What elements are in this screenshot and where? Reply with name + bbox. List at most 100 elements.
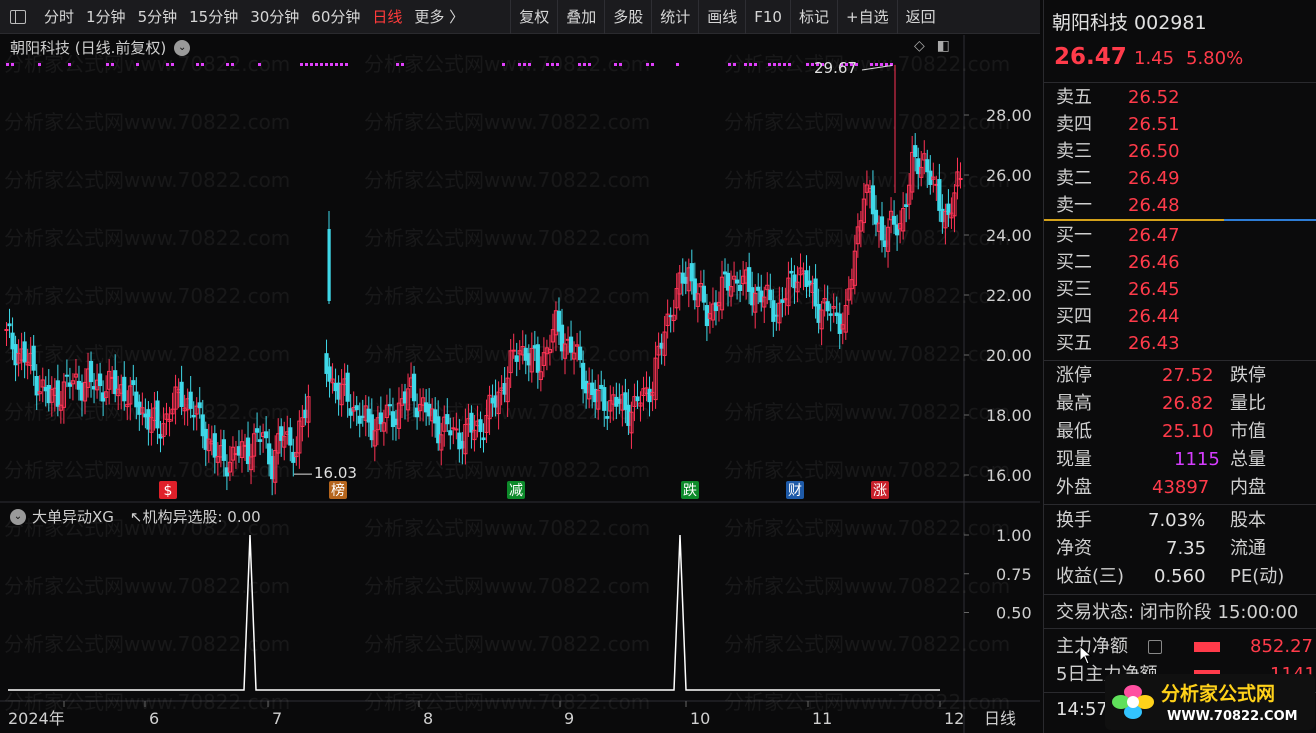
candle-body [469,412,474,433]
watermark-text: 分析家公式网www.70822.com [4,342,290,366]
candle-body [635,396,640,402]
panel-toggle-icon[interactable]: ◧ [937,38,950,54]
time-tick-label: 11 [812,709,832,728]
total-volume-label: 总量 [1230,449,1266,470]
signal-dot [551,63,554,66]
watermark-text: 分析家公式网www.70822.com [724,632,1010,656]
event-marks: $ 榜 减 跌 财 涨 [159,481,889,499]
signal-dot [226,63,229,66]
candle-body [511,349,516,352]
period-tab-daily[interactable]: 日线 [366,6,408,27]
ask-row: 卖五 26.52 [1056,87,1180,108]
candle-body [221,439,226,461]
period-tab-fenshi[interactable]: 分时 [38,6,80,27]
watermark-text: 分析家公式网www.70822.com [724,52,1010,76]
signal-dot [676,63,679,66]
candle-body [925,159,930,173]
watermark-text: 分析家公式网www.70822.com [364,632,650,656]
net-assets-label: 净资 [1056,538,1092,559]
watermark-text: 分析家公式网www.70822.com [724,226,1010,250]
pe-label: PE(动) [1230,566,1285,587]
candle-body [155,400,160,429]
watermark-text: 分析家公式网www.70822.com [4,284,290,308]
bid-row: 买四 26.44 [1056,306,1180,327]
period-tab-more[interactable]: 更多 〉 [408,6,470,27]
chart-title-icons: ◇ ◧ [914,38,950,54]
signal-dot [880,63,883,66]
candle-body [958,178,963,181]
watermark-text: 分析家公式网www.70822.com [4,110,290,134]
signal-dot [68,63,71,66]
candle-body [828,313,833,316]
draw-line-button[interactable]: 画线 [698,0,745,34]
list-icon[interactable] [1148,640,1162,654]
signal-dot [788,63,791,66]
signal-dot [651,63,654,66]
price-change: 1.45 [1134,48,1175,69]
layout-toggle-icon[interactable] [10,9,26,24]
main-net-flow-value: 852.27 [1250,636,1313,657]
kline-chart[interactable]: 分析家公式网www.70822.com 分析家公式网www.70822.com 分析… [0,35,1040,733]
back-button[interactable]: 返回 [896,0,944,34]
signal-dot [6,63,9,66]
adjust-button[interactable]: 复权 [510,0,557,34]
candle-body [122,376,127,402]
f10-button[interactable]: F10 [745,0,790,34]
ask-row: 卖一 26.48 [1056,195,1180,216]
candle-body [813,278,818,307]
candle-body [97,373,103,387]
signal-dot [619,63,622,66]
mark-button[interactable]: 标记 [789,0,837,34]
diamond-icon[interactable]: ◇ [914,38,925,54]
candle-body [345,372,350,402]
share-capital-label: 股本 [1230,510,1266,531]
event-mark-label: 财 [788,483,802,499]
candle-body [879,216,885,241]
candle-body [411,373,417,402]
candle-body [771,300,776,322]
signal-dot [330,63,333,66]
ask-row: 卖三 26.50 [1056,141,1180,162]
candle-body [445,414,450,425]
bid-row: 买二 26.46 [1056,252,1180,273]
watermark-text: 分析家公式网www.70822.com [724,342,1010,366]
candle-body [605,416,610,419]
candle-body [913,145,918,157]
period-tab-1min[interactable]: 1分钟 [80,6,132,27]
add-watchlist-button[interactable]: +自选 [837,0,897,34]
candle-body [448,430,453,436]
candle-body [825,301,830,312]
signal-dot [231,63,234,66]
period-tab-15min[interactable]: 15分钟 [183,6,244,27]
current-volume-label: 现量 [1056,449,1092,470]
candle-body [701,285,706,303]
candle-body [288,427,293,446]
signal-dot [733,63,736,66]
market-cap-label: 市值 [1230,421,1266,442]
chevron-down-icon[interactable]: ⌄ [174,39,191,56]
candle-body [22,341,27,363]
signal-dot [315,63,318,66]
chevron-down-icon[interactable]: ⌄ [10,508,26,525]
period-tab-5min[interactable]: 5分钟 [132,6,184,27]
event-mark-label: 涨 [873,483,887,499]
period-tab-60min[interactable]: 60分钟 [305,6,366,27]
ask-row: 卖四 26.51 [1056,114,1180,135]
tick-time: 14:57 [1056,699,1108,720]
candle-body [4,329,9,331]
candle-body [689,263,694,282]
period-tab-30min[interactable]: 30分钟 [244,6,305,27]
candle-body [387,404,393,407]
time-tick-label: 12 [944,709,964,728]
indicator-name: 大单异动XG [32,508,114,526]
statistics-button[interactable]: 统计 [651,0,698,34]
multi-stock-button[interactable]: 多股 [604,0,651,34]
high-value: 26.82 [1162,393,1214,414]
watermark-text: 分析家公式网www.70822.com [364,284,650,308]
chart-grid [0,35,1040,733]
indicator-title-bar: ⌄ 大单异动XG ↖机构异选股: 0.00 [10,506,261,527]
time-tick-label: 2024年 [8,709,65,728]
overlay-button[interactable]: 叠加 [557,0,604,34]
candle-body [904,204,909,208]
watermark-text: 分析家公式网www.70822.com [364,342,650,366]
